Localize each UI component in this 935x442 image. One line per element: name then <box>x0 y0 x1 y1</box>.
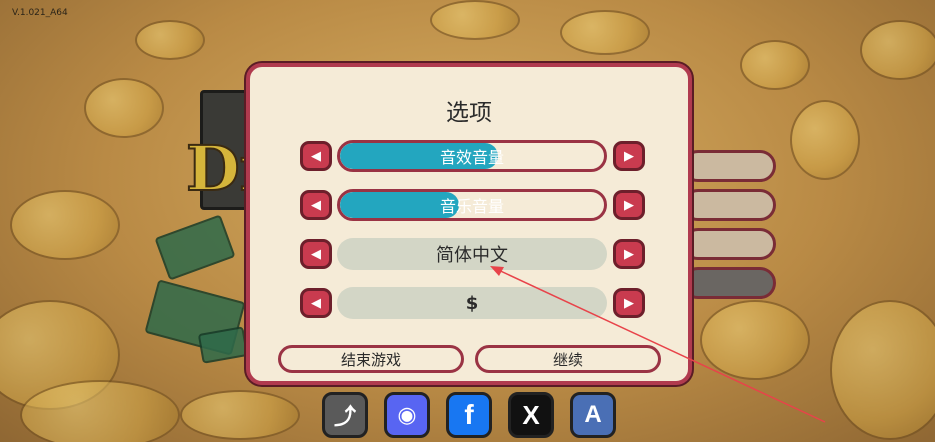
version-label: V.1.021_A64 <box>12 8 68 18</box>
currency-value: $ <box>337 287 607 319</box>
music-volume-increase-button[interactable]: ▶ <box>613 190 645 220</box>
share-button[interactable]: ⤴ <box>322 392 368 438</box>
slider-label: 音效音量 <box>439 148 504 167</box>
language-prev-button[interactable]: ◀ <box>300 239 332 269</box>
sfx-volume-increase-button[interactable]: ▶ <box>613 141 645 171</box>
cash-decoration <box>154 214 236 281</box>
coin-decoration <box>740 40 810 90</box>
x-icon: X <box>522 399 540 430</box>
currency-prev-button[interactable]: ◀ <box>300 288 332 318</box>
coin-decoration <box>135 20 205 60</box>
background-menu-bar <box>682 189 776 221</box>
currency-row: ◀ $ ▶ <box>300 287 645 319</box>
continue-button[interactable]: 继续 <box>475 345 661 373</box>
sfx-volume-decrease-button[interactable]: ◀ <box>300 141 332 171</box>
discord-button[interactable]: ◉ <box>384 392 430 438</box>
arrow-left-icon: ◀ <box>311 246 321 262</box>
background-menu-bar <box>682 267 776 299</box>
music-volume-row: ◀ 音乐音量 ▶ <box>300 189 645 221</box>
coin-decoration <box>180 390 300 440</box>
arrow-right-icon: ▶ <box>624 148 634 164</box>
coin-decoration <box>560 10 650 55</box>
background-menu-bar <box>682 150 776 182</box>
sfx-volume-slider[interactable]: 音效音量 <box>337 140 607 172</box>
language-row: ◀ 简体中文 ▶ <box>300 238 645 270</box>
facebook-button[interactable]: f <box>446 392 492 438</box>
arrow-left-icon: ◀ <box>311 148 321 164</box>
cash-decoration <box>197 326 249 364</box>
music-volume-decrease-button[interactable]: ◀ <box>300 190 332 220</box>
coin-decoration <box>700 300 810 380</box>
arrow-left-icon: ◀ <box>311 295 321 311</box>
background-menu-bar <box>682 228 776 260</box>
arrow-left-icon: ◀ <box>311 197 321 213</box>
coin-decoration <box>10 190 120 260</box>
slider-label: 音乐音量 <box>439 197 504 216</box>
language-next-button[interactable]: ▶ <box>613 239 645 269</box>
app-store-icon: A <box>584 401 602 428</box>
discord-icon: ◉ <box>397 402 417 428</box>
app-store-button[interactable]: A <box>570 392 616 438</box>
facebook-icon: f <box>464 399 474 430</box>
quit-game-button[interactable]: 结束游戏 <box>278 345 464 373</box>
options-dialog: 选项 ◀ 音效音量 ▶ ◀ 音乐音量 ▶ ◀ 简体中文 ▶ ◀ $ ▶ 结束游戏… <box>246 63 692 385</box>
currency-next-button[interactable]: ▶ <box>613 288 645 318</box>
arrow-right-icon: ▶ <box>624 295 634 311</box>
arrow-right-icon: ▶ <box>624 197 634 213</box>
coin-decoration <box>20 380 180 442</box>
coin-decoration <box>84 78 164 138</box>
coin-decoration <box>860 20 935 80</box>
share-icon: ⤴ <box>333 405 356 430</box>
coin-decoration <box>790 100 860 180</box>
arrow-right-icon: ▶ <box>624 246 634 262</box>
music-volume-slider[interactable]: 音乐音量 <box>337 189 607 221</box>
language-value: 简体中文 <box>337 238 607 270</box>
dialog-title: 选项 <box>446 100 492 126</box>
coin-decoration <box>830 300 935 440</box>
sfx-volume-row: ◀ 音效音量 ▶ <box>300 140 645 172</box>
coin-decoration <box>430 0 520 40</box>
x-button[interactable]: X <box>508 392 554 438</box>
